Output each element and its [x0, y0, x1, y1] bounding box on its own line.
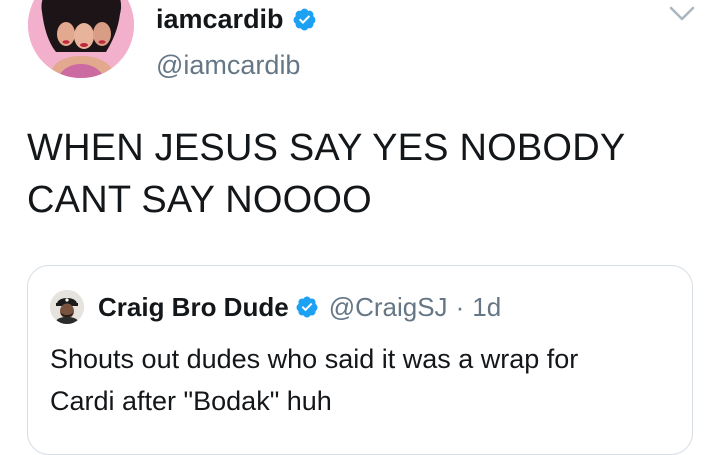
- author-name-row: iamcardib: [156, 2, 317, 36]
- quoted-author-display-name[interactable]: Craig Bro Dude: [98, 290, 289, 324]
- avatar-image: [28, 0, 134, 78]
- chevron-down-icon[interactable]: [668, 3, 696, 25]
- verified-badge-icon: [293, 8, 315, 30]
- tweet-text: WHEN JESUS SAY YES NOBODY CANT SAY NOOOO: [27, 127, 626, 221]
- author-handle[interactable]: @iamcardib: [156, 47, 300, 83]
- quoted-author-handle[interactable]: @CraigSJ: [329, 290, 448, 324]
- quoted-author-avatar[interactable]: [50, 290, 84, 324]
- author-avatar[interactable]: [28, 0, 134, 78]
- avatar-image: [50, 290, 84, 324]
- author-display-name[interactable]: iamcardib: [156, 2, 284, 36]
- quoted-tweet-timestamp[interactable]: 1d: [472, 290, 501, 324]
- quoted-tweet-card[interactable]: Craig Bro Dude @CraigSJ · 1d Shouts out …: [27, 265, 693, 455]
- separator-dot: ·: [455, 292, 465, 322]
- quoted-tweet-header: Craig Bro Dude @CraigSJ · 1d: [50, 287, 501, 327]
- quoted-tweet-text: Shouts out dudes who said it was a wrap …: [50, 344, 579, 416]
- verified-badge-icon: [296, 296, 318, 318]
